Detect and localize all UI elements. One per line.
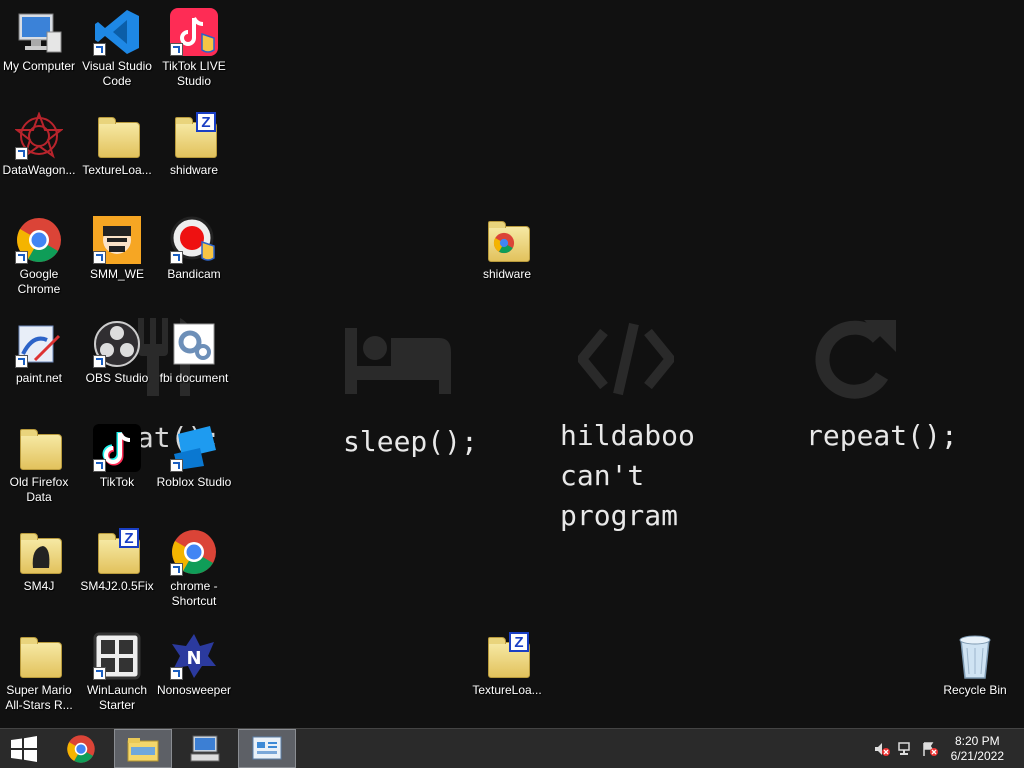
desktop-icon-label: TikTok (99, 475, 135, 489)
desktop-icon-label: My Computer (2, 59, 76, 73)
shortcut-arrow-icon (15, 147, 28, 160)
desktop-icon-label: paint.net (15, 371, 63, 385)
shortcut-arrow-icon (170, 563, 183, 576)
desktop-icon-google-chrome[interactable]: Google Chrome (0, 210, 78, 297)
desktop-icon-label: SMM_WE (90, 267, 144, 281)
zip-badge-icon: Z (509, 632, 529, 652)
desktop-icon-label: DataWagon... (2, 163, 76, 177)
desktop-icon-textureloa-2[interactable]: Z TextureLoa... (468, 626, 546, 698)
desktop-icon-label: SM4J (23, 579, 55, 593)
desktop-icon-label: shidware (482, 267, 532, 281)
desktop-icon-smm-we[interactable]: SMM_WE (78, 210, 156, 282)
desktop-icon-paintnet[interactable]: paint.net (0, 314, 78, 386)
desktop-icon-obs-studio[interactable]: OBS Studio (78, 314, 156, 386)
desktop-icon-bandicam[interactable]: Bandicam (155, 210, 233, 282)
shortcut-arrow-icon (93, 251, 106, 264)
shortcut-arrow-icon (170, 251, 183, 264)
desktop-icon-sm4j2[interactable]: Z SM4J2.0.5Fix (78, 522, 156, 594)
desktop-icon-label: Bandicam (167, 267, 221, 281)
desktop-icon-label: Old Firefox Data (9, 475, 69, 504)
desktop-icon-label: WinLaunch Starter (86, 683, 148, 712)
shortcut-arrow-icon (93, 43, 106, 56)
desktop-icon-label: Google Chrome (17, 267, 61, 296)
desktop[interactable]: eat(); sleep(); hildaboo can't program r… (0, 0, 1024, 728)
sm4j-face-icon (32, 546, 50, 568)
svg-text:N: N (186, 648, 201, 669)
desktop-icon-label: TikTok LIVE Studio (162, 59, 226, 88)
taskbar-remote-desktop-button[interactable] (176, 729, 234, 768)
shortcut-arrow-icon (170, 459, 183, 472)
folder-icon (98, 117, 140, 158)
desktop-icon-label: Visual Studio Code (82, 59, 152, 88)
chrome-icon (67, 734, 95, 763)
wallpaper-sleep-text: sleep(); (343, 425, 478, 458)
taskbar-file-explorer-button[interactable] (114, 729, 172, 768)
desktop-icon-label: TextureLoa... (82, 163, 152, 177)
desktop-icon-label: chrome - Shortcut (170, 579, 218, 608)
desktop-icon-old-firefox-data[interactable]: Old Firefox Data (0, 418, 78, 505)
shortcut-arrow-icon (15, 251, 28, 264)
desktop-icon-datawagon[interactable]: DataWagon... (0, 106, 78, 178)
desktop-icon-label: Super Mario All-Stars R... (5, 683, 73, 712)
desktop-icon-sm4j[interactable]: SM4J (0, 522, 78, 594)
desktop-icon-nonosweeper[interactable]: N Nonosweeper (155, 626, 233, 698)
clock-date: 6/21/2022 (950, 749, 1004, 763)
network-icon[interactable] (898, 741, 914, 757)
zip-badge-icon: Z (119, 528, 139, 548)
desktop-icon-recycle-bin[interactable]: Recycle Bin (936, 626, 1014, 698)
start-button[interactable] (0, 729, 48, 768)
desktop-icon-super-mario-all-stars[interactable]: Super Mario All-Stars R... (0, 626, 78, 713)
shortcut-arrow-icon (93, 459, 106, 472)
desktop-icon-winlaunch-starter[interactable]: WinLaunch Starter (78, 626, 156, 713)
control-panel-icon (252, 736, 282, 759)
wallpaper-repeat-text: repeat(); (806, 419, 958, 452)
desktop-icon-my-computer[interactable]: My Computer (0, 2, 78, 74)
action-center-flag-icon[interactable] (922, 741, 938, 757)
remote-desktop-icon (190, 735, 220, 761)
shortcut-arrow-icon (93, 355, 106, 368)
desktop-icon-chrome-shortcut[interactable]: chrome - Shortcut (155, 522, 233, 609)
shortcut-arrow-icon (170, 667, 183, 680)
desktop-icon-visual-studio-code[interactable]: Visual Studio Code (78, 2, 156, 89)
recycle-bin-icon (959, 635, 991, 679)
file-explorer-icon (127, 737, 159, 761)
desktop-icon-textureloa-1[interactable]: TextureLoa... (78, 106, 156, 178)
gear-document-icon (173, 323, 215, 365)
windows-logo-icon (11, 735, 37, 762)
desktop-icon-fbi-document[interactable]: fbi document (155, 314, 233, 386)
repeat-arrow-icon (815, 320, 896, 399)
desktop-icon-label: OBS Studio (85, 371, 149, 385)
wallpaper-code-text: hildaboo can't program (560, 419, 695, 532)
desktop-icon-tiktok-live-studio[interactable]: TikTok LIVE Studio (155, 2, 233, 89)
system-clock[interactable]: 8:20 PM 6/21/2022 (951, 734, 1004, 764)
taskbar-chrome-button[interactable] (52, 729, 110, 768)
code-brackets-icon (578, 322, 674, 396)
desktop-icon-label: Recycle Bin (943, 683, 1007, 697)
desktop-icon-label: TextureLoa... (472, 683, 542, 697)
shortcut-arrow-icon (15, 355, 28, 368)
bed-icon (345, 328, 451, 394)
desktop-icon-label: fbi document (159, 371, 229, 385)
desktop-icon-roblox-studio[interactable]: Roblox Studio (155, 418, 233, 490)
zip-badge-icon: Z (196, 112, 216, 132)
desktop-icon-shidware-2[interactable]: shidware (468, 210, 546, 282)
clock-time: 8:20 PM (954, 734, 1000, 748)
shortcut-arrow-icon (93, 667, 106, 680)
desktop-icon-label: shidware (169, 163, 219, 177)
computer-icon (18, 13, 62, 53)
desktop-icon-label: SM4J2.0.5Fix (80, 579, 154, 593)
taskbar: 8:20 PM 6/21/2022 (0, 728, 1024, 768)
speaker-muted-icon[interactable] (874, 741, 890, 757)
desktop-icon-label: Roblox Studio (156, 475, 232, 489)
folder-icon (20, 429, 62, 470)
taskbar-control-panel-button[interactable] (238, 729, 296, 768)
chrome-icon (493, 232, 515, 254)
shortcut-arrow-icon (170, 43, 183, 56)
desktop-icon-shidware-1[interactable]: Z shidware (155, 106, 233, 178)
desktop-icon-label: Nonosweeper (156, 683, 232, 697)
folder-icon (20, 637, 62, 678)
desktop-icon-tiktok[interactable]: TikTok (78, 418, 156, 490)
